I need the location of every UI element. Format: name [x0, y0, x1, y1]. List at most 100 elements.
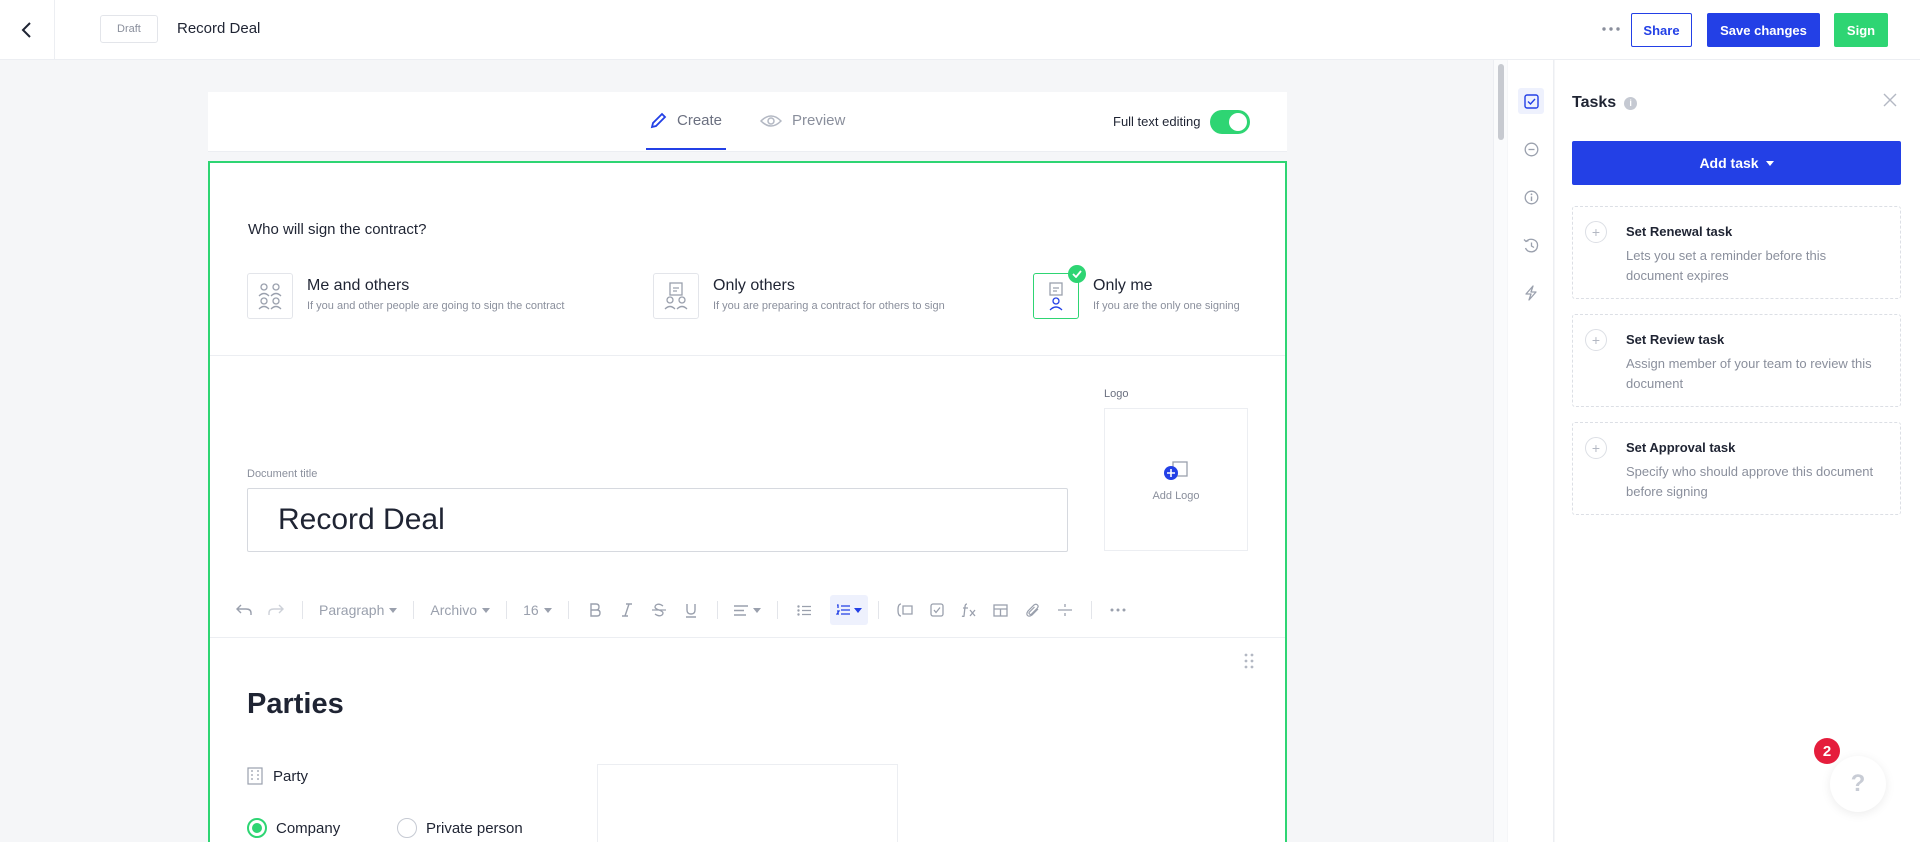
caret-down-icon	[752, 607, 761, 613]
history-icon	[1523, 238, 1539, 252]
add-logo-button[interactable]: Add Logo	[1104, 408, 1248, 551]
rail-automation-button[interactable]	[1518, 280, 1544, 306]
bold-button[interactable]	[579, 595, 611, 625]
attachment-button[interactable]	[1017, 595, 1049, 625]
caret-down-icon	[853, 607, 862, 613]
caret-down-icon	[389, 607, 398, 613]
horizontal-rule-icon	[1057, 604, 1072, 616]
redo-button[interactable]	[260, 595, 292, 625]
radio-private-person[interactable]: Private person	[397, 818, 523, 838]
back-button[interactable]	[0, 0, 55, 60]
full-text-editing-toggle[interactable]	[1210, 110, 1250, 134]
signer-option-title: Only others	[713, 277, 795, 294]
strikethrough-button[interactable]	[643, 595, 675, 625]
align-dropdown[interactable]	[728, 595, 767, 625]
contract-person-icon	[1049, 282, 1063, 311]
add-task-button[interactable]: Add task	[1572, 141, 1901, 185]
tasks-panel-header: Tasks i	[1572, 94, 1638, 112]
font-value: Archivo	[430, 602, 478, 618]
full-text-editing-label: Full text editing	[1113, 114, 1201, 129]
block-drag-handle[interactable]	[1244, 653, 1254, 674]
share-button[interactable]: Share	[1631, 13, 1692, 47]
undo-button[interactable]	[228, 595, 260, 625]
document-name: Record Deal	[177, 20, 261, 37]
task-check-icon	[1523, 93, 1539, 109]
italic-button[interactable]	[611, 595, 643, 625]
scrollbar-thumb[interactable]	[1498, 64, 1504, 140]
signer-option-subtitle: If you are preparing a contract for othe…	[713, 300, 945, 312]
bullet-list-button[interactable]	[788, 595, 820, 625]
task-card-title: Set Renewal task	[1626, 224, 1733, 239]
variable-button[interactable]	[889, 595, 921, 625]
more-horizontal-icon	[1110, 608, 1126, 612]
numbered-list-dropdown[interactable]	[829, 595, 868, 625]
signer-option-me-and-others[interactable]: Me and others If you and other people ar…	[247, 273, 564, 319]
bullet-list-icon	[796, 604, 811, 616]
variable-icon	[897, 603, 913, 617]
add-image-icon	[1164, 460, 1188, 480]
task-card-review[interactable]: + Set Review task Assign member of your …	[1572, 314, 1901, 407]
add-logo-label: Add Logo	[1152, 489, 1200, 502]
checkbox-button[interactable]	[921, 595, 953, 625]
more-formatting-button[interactable]	[1102, 595, 1134, 625]
sign-button[interactable]: Sign	[1834, 13, 1888, 47]
more-horizontal-icon	[1602, 27, 1620, 31]
caret-down-icon	[1765, 160, 1774, 166]
rail-comments-button[interactable]	[1518, 136, 1544, 162]
notification-count-badge: 2	[1814, 738, 1840, 764]
bold-icon	[589, 603, 601, 617]
radio-company[interactable]: Company	[247, 818, 340, 838]
editor-scrollbar[interactable]	[1493, 60, 1507, 842]
lightning-icon	[1525, 285, 1537, 301]
formula-icon	[961, 603, 976, 617]
signer-option-icon-box	[247, 273, 293, 319]
task-card-title: Set Review task	[1626, 332, 1725, 347]
rail-info-button[interactable]	[1518, 184, 1544, 210]
group-people-icon	[258, 283, 282, 310]
signer-option-only-me[interactable]: Only me If you are the only one signing	[1033, 265, 1240, 319]
toolbar-separator	[776, 601, 778, 619]
caret-down-icon	[543, 607, 552, 613]
more-options-button[interactable]	[1600, 18, 1622, 40]
tasks-panel: Tasks i Add task + Set Renewal task Lets…	[1555, 60, 1920, 842]
formatting-toolbar: Paragraph Archivo 16	[210, 583, 1285, 638]
party-details-box	[597, 764, 898, 842]
signer-option-subtitle: If you are the only one signing	[1093, 300, 1240, 312]
close-panel-button[interactable]	[1883, 93, 1903, 113]
horizontal-rule-button[interactable]	[1049, 595, 1081, 625]
task-card-title: Set Approval task	[1626, 440, 1736, 455]
save-changes-button[interactable]: Save changes	[1707, 13, 1820, 47]
toolbar-separator	[302, 601, 303, 619]
tab-create-label: Create	[677, 112, 723, 129]
task-card-renewal[interactable]: + Set Renewal task Lets you set a remind…	[1572, 206, 1901, 299]
tab-create[interactable]: Create	[650, 112, 722, 129]
info-icon[interactable]: i	[1624, 96, 1638, 110]
drag-handle-icon	[1244, 653, 1254, 669]
top-bar: Draft Record Deal Share Save changes Sig…	[0, 0, 1920, 60]
underline-icon	[685, 603, 696, 618]
table-button[interactable]	[985, 595, 1017, 625]
signer-option-only-others[interactable]: Only others If you are preparing a contr…	[653, 273, 945, 319]
selected-check-icon	[1068, 265, 1086, 283]
toolbar-separator	[716, 601, 718, 619]
task-card-approval[interactable]: + Set Approval task Specify who should a…	[1572, 422, 1901, 515]
font-size-dropdown[interactable]: 16	[517, 595, 558, 625]
info-icon	[1524, 190, 1538, 204]
party-label-row: Party	[247, 767, 308, 785]
underline-button[interactable]	[675, 595, 707, 625]
tab-preview[interactable]: Preview	[760, 112, 845, 129]
rail-tasks-button[interactable]	[1518, 88, 1544, 114]
task-card-description: Lets you set a reminder before this docu…	[1626, 248, 1827, 283]
radio-private-person-label: Private person	[426, 819, 523, 837]
help-button[interactable]: ?	[1830, 756, 1886, 812]
rail-history-button[interactable]	[1518, 232, 1544, 258]
block-style-dropdown[interactable]: Paragraph	[313, 595, 403, 625]
section-divider	[210, 355, 1285, 356]
contract-people-icon	[664, 282, 688, 310]
toolbar-separator	[506, 601, 508, 619]
formula-button[interactable]	[953, 595, 985, 625]
font-dropdown[interactable]: Archivo	[424, 595, 496, 625]
active-tab-indicator	[646, 148, 726, 150]
document-title-input[interactable]: Record Deal	[247, 488, 1068, 552]
font-size-value: 16	[523, 602, 539, 618]
